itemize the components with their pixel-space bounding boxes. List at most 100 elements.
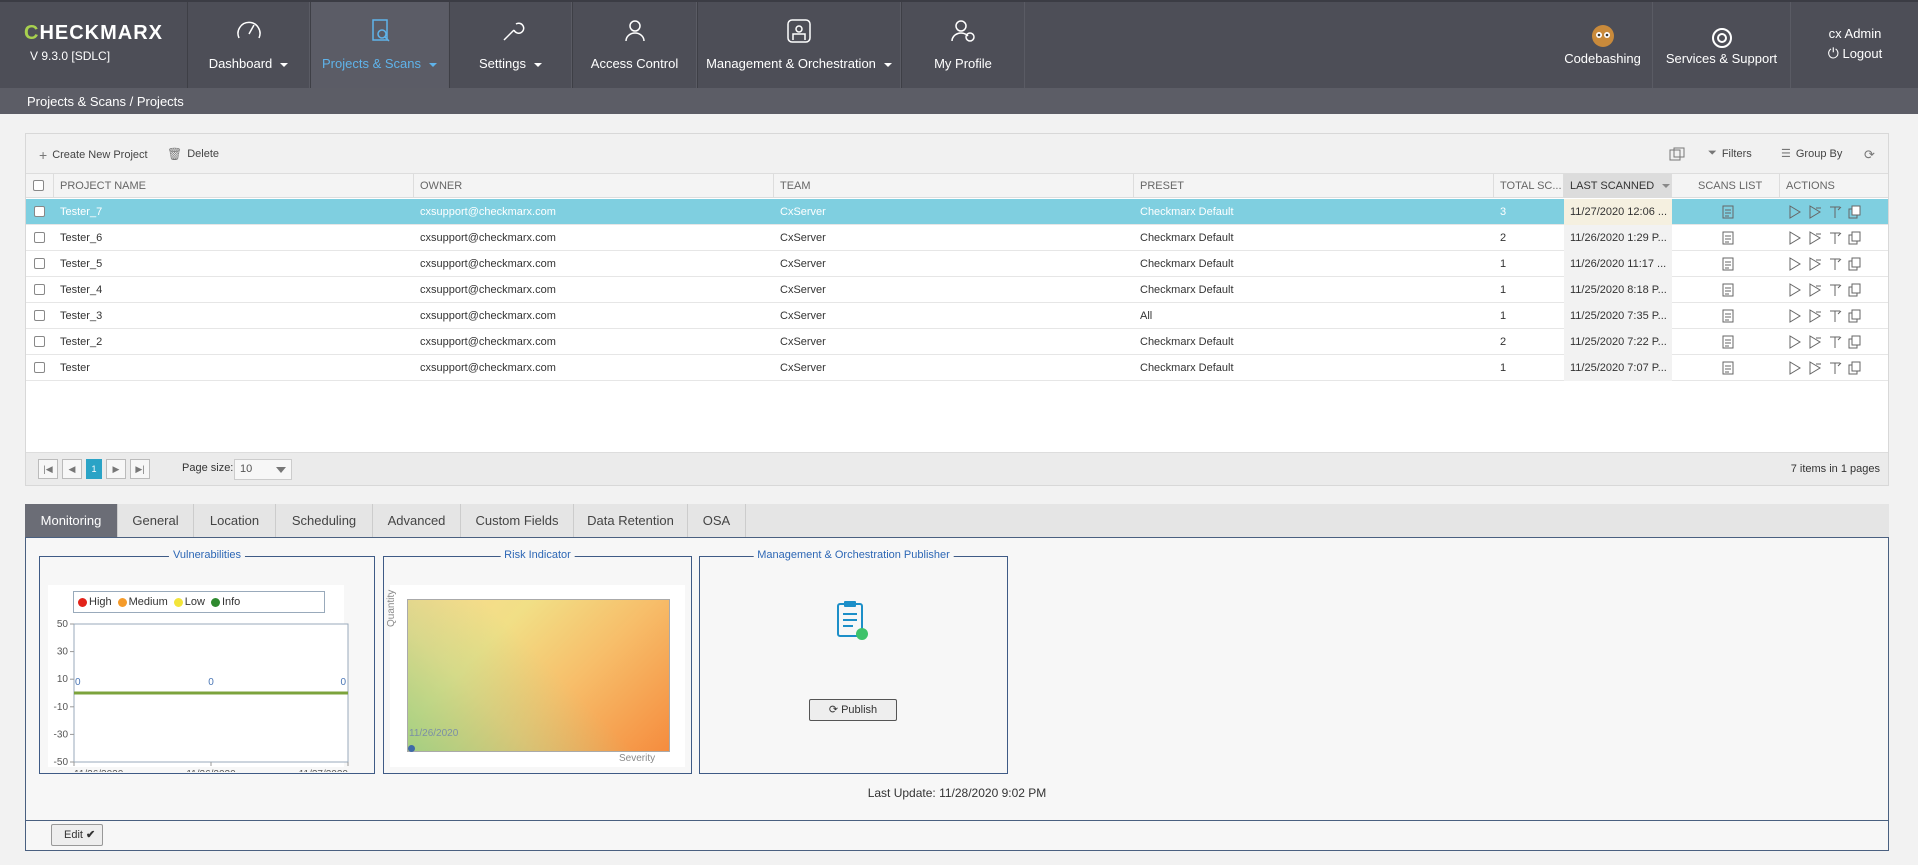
project-name-cell[interactable]: Tester_6 (54, 225, 414, 251)
project-name-cell[interactable]: Tester_4 (54, 277, 414, 303)
copy-icon[interactable] (1848, 205, 1862, 219)
branch-icon[interactable] (1828, 231, 1842, 245)
next-page-button[interactable]: ▶ (106, 459, 126, 479)
nav-my-profile[interactable]: My Profile (901, 2, 1025, 88)
nav-settings[interactable]: Settings (449, 2, 572, 88)
branch-icon[interactable] (1828, 257, 1842, 271)
tab-general[interactable]: General (118, 504, 194, 537)
row-checkbox[interactable] (34, 284, 45, 295)
create-new-project-button[interactable]: + Create New Project (39, 147, 148, 163)
page-size-select[interactable]: 10 (234, 459, 292, 480)
run-incremental-scan-icon[interactable] (1808, 361, 1822, 375)
checkmarx-logo[interactable]: CHECKMARX (24, 22, 163, 45)
x-tick-label: 11/26/2020 (74, 769, 124, 772)
scans-list-icon[interactable] (1716, 251, 1740, 277)
services-support-link[interactable]: Services & Support (1653, 2, 1791, 88)
row-checkbox[interactable] (34, 232, 45, 243)
row-actions (1782, 355, 1890, 381)
project-name-cell[interactable]: Tester_3 (54, 303, 414, 329)
branch-icon[interactable] (1828, 205, 1842, 219)
row-checkbox[interactable] (34, 310, 45, 321)
scans-list-icon[interactable] (1716, 329, 1740, 355)
table-row[interactable]: Tester_5 cxsupport@checkmarx.com CxServer C… (26, 251, 1888, 277)
copy-icon[interactable] (1848, 257, 1862, 271)
copy-icon[interactable] (1848, 361, 1862, 375)
nav-access-control[interactable]: Access Control (572, 2, 697, 88)
page-number-button[interactable]: 1 (86, 459, 102, 479)
nav-management-orchestration[interactable]: Management & Orchestration (697, 2, 901, 88)
tab-scheduling[interactable]: Scheduling (276, 504, 373, 537)
col-team[interactable]: TEAM (774, 174, 1134, 198)
prev-page-button[interactable]: ◀ (62, 459, 82, 479)
user-menu[interactable]: cx Admin ⏻ Logout (1800, 2, 1910, 88)
table-row[interactable]: Tester_7 cxsupport@checkmarx.com CxServer C… (26, 199, 1888, 225)
first-page-button[interactable]: |◀ (38, 459, 58, 479)
run-incremental-scan-icon[interactable] (1808, 205, 1822, 219)
run-incremental-scan-icon[interactable] (1808, 283, 1822, 297)
publish-button[interactable]: ⟳ Publish (809, 699, 897, 721)
col-total-scans[interactable]: TOTAL SC... (1494, 174, 1564, 198)
run-scan-icon[interactable] (1788, 231, 1802, 245)
run-scan-icon[interactable] (1788, 283, 1802, 297)
row-checkbox[interactable] (34, 206, 45, 217)
scans-list-icon[interactable] (1716, 355, 1740, 381)
last-page-button[interactable]: ▶| (130, 459, 150, 479)
copy-icon[interactable] (1848, 231, 1862, 245)
table-row[interactable]: Tester_3 cxsupport@checkmarx.com CxServer A… (26, 303, 1888, 329)
row-checkbox[interactable] (34, 362, 45, 373)
project-name-cell[interactable]: Tester_5 (54, 251, 414, 277)
table-row[interactable]: Tester_2 cxsupport@checkmarx.com CxServer C… (26, 329, 1888, 355)
tab-custom-fields[interactable]: Custom Fields (461, 504, 574, 537)
table-row[interactable]: Tester_6 cxsupport@checkmarx.com CxServer C… (26, 225, 1888, 251)
tab-monitoring[interactable]: Monitoring (25, 504, 118, 537)
run-incremental-scan-icon[interactable] (1808, 309, 1822, 323)
clipboard-refresh-icon (837, 601, 868, 640)
row-checkbox[interactable] (34, 336, 45, 347)
copy-icon[interactable] (1848, 309, 1862, 323)
copy-icon[interactable] (1848, 283, 1862, 297)
edit-button[interactable]: Edit ✔ (51, 824, 103, 846)
tab-osa[interactable]: OSA (688, 504, 746, 537)
codebashing-link[interactable]: Codebashing (1553, 2, 1653, 88)
select-all-checkbox[interactable] (33, 180, 44, 191)
scans-list-icon[interactable] (1716, 199, 1740, 225)
nav-projects-scans[interactable]: Projects & Scans (310, 2, 449, 88)
run-scan-icon[interactable] (1788, 361, 1802, 375)
refresh-icon[interactable]: ⟳ (1864, 147, 1875, 163)
scans-list-icon[interactable] (1716, 303, 1740, 329)
run-incremental-scan-icon[interactable] (1808, 231, 1822, 245)
run-incremental-scan-icon[interactable] (1808, 335, 1822, 349)
export-icon[interactable] (1669, 147, 1685, 161)
row-checkbox[interactable] (34, 258, 45, 269)
wrench-icon (502, 22, 524, 41)
group-by-button[interactable]: ☰ Group By (1781, 147, 1842, 161)
logout-button[interactable]: ⏻ Logout (1800, 45, 1910, 62)
col-owner[interactable]: OWNER (414, 174, 774, 198)
scans-list-icon[interactable] (1716, 277, 1740, 303)
run-scan-icon[interactable] (1788, 205, 1802, 219)
branch-icon[interactable] (1828, 309, 1842, 323)
filters-button[interactable]: ⏷ Filters (1708, 147, 1752, 160)
nav-dashboard[interactable]: Dashboard (187, 2, 310, 88)
col-last-scanned[interactable]: LAST SCANNED (1564, 174, 1672, 198)
col-preset[interactable]: PRESET (1134, 174, 1494, 198)
scans-list-icon[interactable] (1716, 225, 1740, 251)
project-name-cell[interactable]: Tester (54, 355, 414, 381)
tab-location[interactable]: Location (194, 504, 276, 537)
project-name-cell[interactable]: Tester_2 (54, 329, 414, 355)
branch-icon[interactable] (1828, 335, 1842, 349)
branch-icon[interactable] (1828, 283, 1842, 297)
run-scan-icon[interactable] (1788, 309, 1802, 323)
copy-icon[interactable] (1848, 335, 1862, 349)
table-row[interactable]: Tester cxsupport@checkmarx.com CxServer Che… (26, 355, 1888, 381)
delete-button[interactable]: 🗑 Delete (167, 147, 219, 161)
run-scan-icon[interactable] (1788, 257, 1802, 271)
project-name-cell[interactable]: Tester_7 (54, 199, 414, 225)
col-project-name[interactable]: PROJECT NAME (54, 174, 414, 198)
tab-advanced[interactable]: Advanced (373, 504, 461, 537)
tab-data-retention[interactable]: Data Retention (574, 504, 688, 537)
table-row[interactable]: Tester_4 cxsupport@checkmarx.com CxServer C… (26, 277, 1888, 303)
run-scan-icon[interactable] (1788, 335, 1802, 349)
branch-icon[interactable] (1828, 361, 1842, 375)
run-incremental-scan-icon[interactable] (1808, 257, 1822, 271)
